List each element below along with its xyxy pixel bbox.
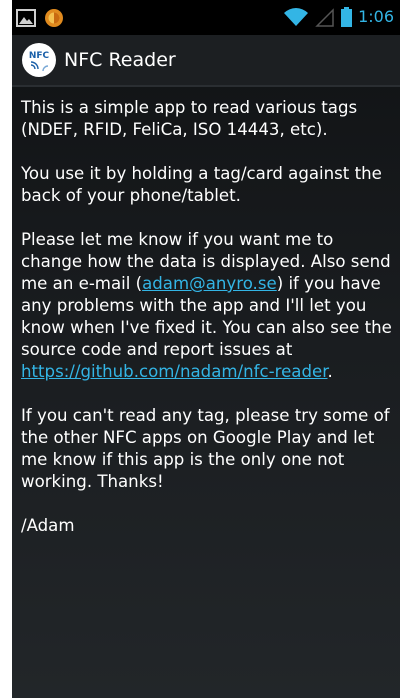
email-link[interactable]: adam@anyro.se <box>142 274 277 293</box>
intro-paragraph: This is a simple app to read various tag… <box>21 98 358 139</box>
status-clock: 1:06 <box>358 7 394 26</box>
svg-text:NFC: NFC <box>29 51 50 61</box>
action-bar: NFC NFC Reader <box>12 35 400 87</box>
contact-text-3: . <box>327 362 333 381</box>
app-title: NFC Reader <box>64 49 176 71</box>
signal-icon <box>315 8 334 27</box>
firefox-icon <box>45 9 63 27</box>
contact-paragraph: Please let me know if you want me to cha… <box>21 229 394 383</box>
notification-icons <box>16 8 64 28</box>
image-notification-icon <box>16 9 36 27</box>
nfc-logo-icon[interactable]: NFC <box>22 43 56 77</box>
about-text: This is a simple app to read various tag… <box>12 87 400 537</box>
troubleshooting-paragraph: If you can't read any tag, please try so… <box>21 406 390 491</box>
github-link[interactable]: https://github.com/nadam/nfc-reader <box>21 362 328 381</box>
status-bar: 1:06 <box>12 0 400 35</box>
system-icons: 1:06 <box>283 7 394 27</box>
wifi-icon <box>284 8 309 26</box>
battery-icon <box>341 7 353 27</box>
usage-paragraph: You use it by holding a tag/card against… <box>21 164 382 205</box>
phone-screen: 1:06 NFC NFC Reader This is a simple app… <box>12 0 400 698</box>
signature: /Adam <box>21 516 75 535</box>
